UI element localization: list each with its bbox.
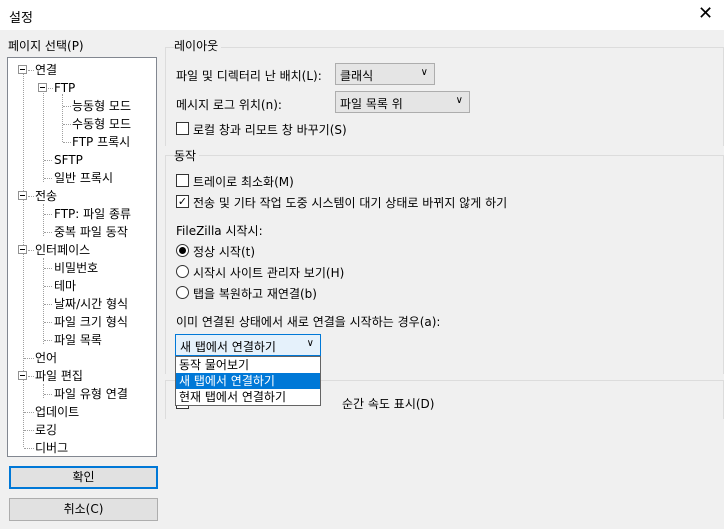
tree-item-file-exists-action[interactable]: 중복 파일 동작 <box>54 224 128 240</box>
tree-connector <box>44 160 52 161</box>
option-new-tab[interactable]: 새 탭에서 연결하기 <box>176 373 320 389</box>
tree-connector <box>28 376 34 377</box>
minimize-to-tray-checkbox[interactable] <box>176 174 189 187</box>
page-select-label: 페이지 선택(P) <box>8 39 84 53</box>
tree-connector <box>28 196 34 197</box>
tree-item-file-editing[interactable]: 파일 편집 <box>35 368 83 384</box>
tree-item-ftp[interactable]: FTP <box>54 80 75 96</box>
tree-item-debug[interactable]: 디버그 <box>35 440 68 456</box>
tree-item-transfers[interactable]: 전송 <box>35 188 57 204</box>
cancel-button[interactable]: 취소(C) <box>9 498 158 521</box>
window-title: 설정 <box>9 11 33 26</box>
tree-item-generic-proxy[interactable]: 일반 프록시 <box>54 170 113 186</box>
message-log-position-dropdown[interactable]: 파일 목록 위 ∨ <box>335 91 470 113</box>
startup-restore-tabs-label: 탭을 복원하고 재연결(b) <box>193 287 317 301</box>
tree-item-updates[interactable]: 업데이트 <box>35 404 79 420</box>
tree-connector <box>28 70 34 71</box>
chevron-down-icon: ∨ <box>306 338 314 349</box>
tree-item-passive-mode[interactable]: 수동형 모드 <box>72 116 131 132</box>
title-bar: 설정 ✕ <box>0 0 724 30</box>
prevent-standby-checkbox[interactable]: ✓ <box>176 195 189 208</box>
tree-connector <box>43 258 44 344</box>
tree-connector <box>62 94 63 142</box>
tree-connector <box>24 358 34 359</box>
tree-item-sftp[interactable]: SFTP <box>54 152 83 168</box>
tree-connector <box>63 106 71 107</box>
tree-connector <box>44 340 52 341</box>
tree-connector <box>24 448 34 449</box>
file-dir-layout-value: 클래식 <box>340 69 374 83</box>
message-log-position-value: 파일 목록 위 <box>340 97 403 111</box>
message-log-position-label: 메시지 로그 위치(n): <box>176 98 282 112</box>
tree-item-language[interactable]: 언어 <box>35 350 57 366</box>
tree-item-interface[interactable]: 인터페이스 <box>35 242 90 258</box>
tree-connector <box>48 88 53 89</box>
collapse-icon[interactable] <box>18 371 27 380</box>
startup-restore-tabs-radio[interactable] <box>176 286 189 299</box>
tree-connector <box>24 430 34 431</box>
swap-panes-checkbox[interactable] <box>176 122 189 135</box>
tree-item-ftp-proxy[interactable]: FTP 프록시 <box>72 134 130 150</box>
file-dir-layout-label: 파일 및 디렉터리 난 배치(L): <box>176 69 322 83</box>
chevron-down-icon: ∨ <box>455 95 463 106</box>
tree-connector <box>63 124 71 125</box>
tree-connector <box>44 322 52 323</box>
tree-connector <box>43 86 44 182</box>
swap-panes-label: 로컬 창과 리모트 창 바꾸기(S) <box>193 123 347 137</box>
tree-connector <box>44 286 52 287</box>
startup-site-manager-radio[interactable] <box>176 265 189 278</box>
tree-item-file-size-format[interactable]: 파일 크기 형식 <box>54 314 128 330</box>
tree-item-logging[interactable]: 로깅 <box>35 422 57 438</box>
tree-connector <box>44 268 52 269</box>
new-connection-label: 이미 연결된 상태에서 새로 연결을 시작하는 경우(a): <box>176 315 441 329</box>
option-current-tab[interactable]: 현재 탭에서 연결하기 <box>176 389 320 405</box>
tree-connector <box>44 178 52 179</box>
tree-item-filetype-associations[interactable]: 파일 유형 연결 <box>54 386 128 402</box>
tree-connector <box>44 304 52 305</box>
tree-item-themes[interactable]: 테마 <box>54 278 76 294</box>
option-ask[interactable]: 동작 물어보기 <box>176 357 320 373</box>
tree-connector <box>63 142 71 143</box>
startup-normal-label: 정상 시작(t) <box>193 245 256 259</box>
collapse-icon[interactable] <box>38 83 47 92</box>
behaviour-group-title: 동작 <box>174 147 200 164</box>
file-dir-layout-dropdown[interactable]: 클래식 ∨ <box>335 63 435 85</box>
tree-connector <box>28 250 34 251</box>
tree-item-date-time-format[interactable]: 날짜/시간 형식 <box>54 296 128 312</box>
new-connection-dropdown[interactable]: 새 탭에서 연결하기 ∨ <box>175 334 321 356</box>
new-connection-value: 새 탭에서 연결하기 <box>180 340 276 354</box>
tree-item-passwords[interactable]: 비밀번호 <box>54 260 98 276</box>
page-tree[interactable]: 연결 FTP 능동형 모드 수동형 모드 FTP 프록시 SFTP 일반 프록시… <box>7 57 157 457</box>
tree-item-ftp-file-types[interactable]: FTP: 파일 종류 <box>54 206 131 222</box>
tree-connector <box>44 394 52 395</box>
tree-connector <box>44 214 52 215</box>
startup-normal-radio[interactable] <box>176 244 189 257</box>
prevent-standby-label: 전송 및 기타 작업 도중 시스템이 대기 상태로 바뀌지 않게 하기 <box>193 196 508 210</box>
tree-item-active-mode[interactable]: 능동형 모드 <box>72 98 131 114</box>
layout-group-title: 레이아웃 <box>174 37 222 54</box>
close-icon[interactable]: ✕ <box>698 4 713 24</box>
tree-item-file-lists[interactable]: 파일 목록 <box>54 332 102 348</box>
checkmark-icon: ✓ <box>177 195 188 208</box>
collapse-icon[interactable] <box>18 245 27 254</box>
minimize-to-tray-label: 트레이로 최소화(M) <box>193 175 294 189</box>
transfer-speed-label: 순간 속도 표시(D) <box>342 397 435 411</box>
startup-label: FileZilla 시작시: <box>176 224 263 238</box>
tree-item-connection[interactable]: 연결 <box>35 62 57 78</box>
collapse-icon[interactable] <box>18 191 27 200</box>
startup-site-manager-label: 시작시 사이트 관리자 보기(H) <box>193 266 345 280</box>
tree-connector <box>43 384 44 398</box>
tree-connector <box>44 232 52 233</box>
tree-connector <box>23 70 24 447</box>
tree-connector <box>24 412 34 413</box>
collapse-icon[interactable] <box>18 65 27 74</box>
chevron-down-icon: ∨ <box>420 67 428 78</box>
new-connection-options-list[interactable]: 동작 물어보기 새 탭에서 연결하기 현재 탭에서 연결하기 <box>175 356 321 406</box>
ok-button[interactable]: 확인 <box>9 466 158 489</box>
